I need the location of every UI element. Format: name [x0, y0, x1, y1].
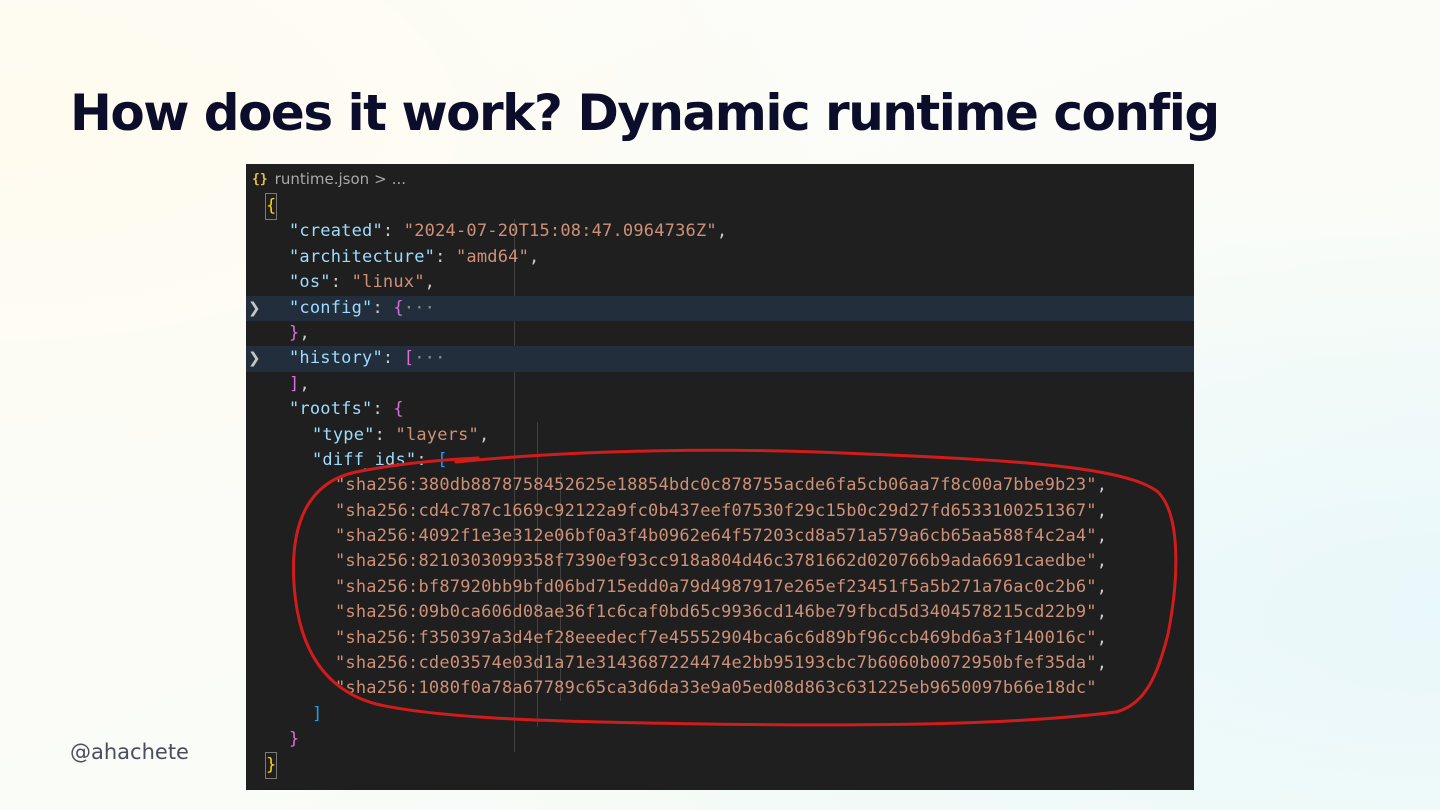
json-key: "history": [289, 348, 383, 369]
diff-id-value: "sha256:4092f1e3e312e06bf0a3f4b0962e64f5…: [335, 526, 1097, 547]
breadcrumb-more[interactable]: ...: [392, 170, 406, 188]
json-key: "architecture": [289, 246, 436, 267]
diff-id-line: "sha256:cde03574e03d1a71e3143687224474e2…: [335, 653, 1108, 674]
diff-id-value: "sha256:f350397a3d4ef28eeedecf7e45552904…: [335, 627, 1097, 648]
diff-id-line: "sha256:8210303099358f7390ef93cc918a804d…: [335, 551, 1108, 572]
code-line: }: [246, 727, 1194, 752]
code-line: "diff_ids": [: [312, 449, 448, 470]
folded-ellipsis[interactable]: ···: [414, 348, 445, 368]
diff-id-line: "sha256:4092f1e3e312e06bf0a3f4b0962e64f5…: [335, 526, 1108, 547]
code-line: }: [246, 751, 1194, 780]
code-line: "created": "2024-07-20T15:08:47.0964736Z…: [289, 221, 728, 242]
diff-id-value: "sha256:bf87920bb9bfd06bd715edd0a79d4987…: [335, 576, 1097, 597]
json-value: "amd64": [455, 246, 530, 267]
code-line: "rootfs": {: [289, 399, 404, 420]
json-braces-icon: {}: [252, 171, 268, 187]
code-line: ],: [289, 373, 310, 394]
root-close-brace: }: [264, 751, 278, 780]
diff-id-value: "sha256:09b0ca606d08ae36f1c6caf0bd65c993…: [335, 602, 1097, 623]
json-key: "rootfs": [289, 399, 373, 420]
json-key: "type": [312, 424, 375, 445]
code-editor: {} runtime.json > ... { "created": "2024…: [246, 164, 1194, 790]
diff-id-value: "sha256:cde03574e03d1a71e3143687224474e2…: [335, 653, 1097, 674]
json-bracket: [: [403, 348, 415, 369]
json-bracket: }: [289, 322, 300, 343]
diff-id-value: "sha256:380db8878758452625e18854bdc0c878…: [335, 475, 1097, 496]
json-bracket: [: [437, 449, 448, 470]
code-line: "os": "linux",: [289, 272, 436, 293]
code-line: {: [246, 192, 1194, 221]
json-bracket: {: [393, 297, 404, 318]
json-key: "created": [289, 221, 383, 242]
code-line: },: [289, 322, 310, 343]
breadcrumb-file[interactable]: runtime.json: [275, 170, 370, 188]
breadcrumb: {} runtime.json > ...: [246, 164, 1194, 194]
chevron-right-icon[interactable]: ❯: [248, 296, 261, 321]
json-key: "diff_ids": [312, 449, 417, 470]
diff-id-line: "sha256:09b0ca606d08ae36f1c6caf0bd65c993…: [335, 602, 1108, 623]
json-value: "2024-07-20T15:08:47.0964736Z": [403, 221, 717, 242]
diff-id-line: "sha256:1080f0a78a67789c65ca3d6da33e9a05…: [246, 676, 1194, 701]
code-area[interactable]: { "created": "2024-07-20T15:08:47.096473…: [246, 192, 1194, 780]
diff-id-line: "sha256:f350397a3d4ef28eeedecf7e45552904…: [335, 627, 1108, 648]
folded-line-config[interactable]: ❯ "config": {···: [246, 295, 1194, 321]
json-value: "linux": [351, 272, 425, 293]
json-value: "layers": [395, 424, 479, 445]
json-bracket: }: [289, 729, 300, 750]
diff-id-value: "sha256:cd4c787c1669c92122a9fc0b437eef07…: [335, 500, 1097, 521]
code-line: "architecture": "amd64",: [289, 246, 540, 267]
json-bracket: {: [393, 399, 404, 420]
code-line: ]: [246, 702, 1194, 727]
json-bracket: ]: [289, 373, 300, 394]
slide-title: How does it work? Dynamic runtime config: [70, 84, 1220, 142]
diff-id-line: "sha256:cd4c787c1669c92122a9fc0b437eef07…: [335, 500, 1108, 521]
author-handle: @ahachete: [70, 740, 189, 764]
diff-id-line: "sha256:380db8878758452625e18854bdc0c878…: [335, 475, 1108, 496]
json-key: "os": [289, 272, 331, 293]
root-open-brace: {: [264, 192, 278, 221]
diff-id-line: "sha256:bf87920bb9bfd06bd715edd0a79d4987…: [335, 576, 1108, 597]
diff-id-value: "sha256:8210303099358f7390ef93cc918a804d…: [335, 551, 1097, 572]
folded-ellipsis[interactable]: ···: [404, 298, 435, 318]
diff-id-value: "sha256:1080f0a78a67789c65ca3d6da33e9a05…: [335, 678, 1097, 699]
breadcrumb-separator: >: [374, 170, 387, 188]
chevron-right-icon[interactable]: ❯: [248, 346, 261, 371]
folded-line-history[interactable]: ❯ "history": [···: [246, 346, 1194, 372]
code-line: "type": "layers",: [312, 424, 490, 445]
json-bracket: ]: [312, 703, 323, 724]
json-key: "config": [289, 297, 373, 318]
